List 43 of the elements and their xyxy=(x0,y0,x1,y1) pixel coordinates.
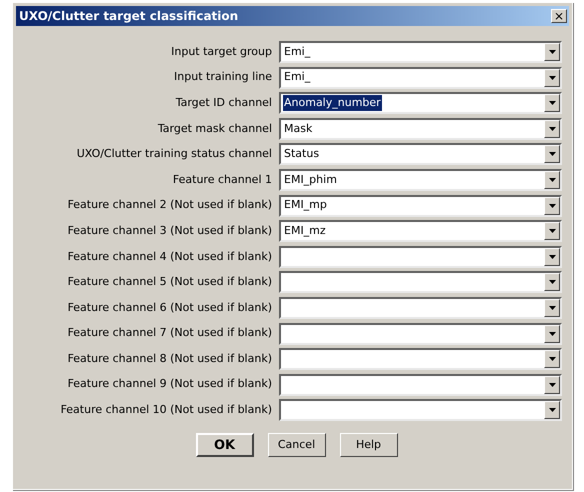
dropdown-field[interactable] xyxy=(279,271,562,294)
field-label: Feature channel 2 (Not used if blank) xyxy=(66,197,273,214)
field-label: Feature channel 9 (Not used if blank) xyxy=(66,376,273,392)
field-value: EMI_phim xyxy=(283,172,338,188)
field-label: Input training line xyxy=(173,69,273,86)
dropdown-field[interactable] xyxy=(279,296,562,319)
field-label: UXO/Clutter training status channel xyxy=(76,146,273,162)
window-title: UXO/Clutter target classification xyxy=(19,8,238,25)
field-label: Target ID channel xyxy=(174,94,273,111)
field-label: Feature channel 3 (Not used if blank) xyxy=(66,222,273,239)
dropdown-field[interactable]: Emi_ xyxy=(279,66,562,89)
dropdown-field[interactable] xyxy=(279,399,562,422)
field-label: Feature channel 5 (Not used if blank) xyxy=(66,274,273,290)
dropdown-field[interactable] xyxy=(279,374,562,396)
field-label: Input target group xyxy=(170,44,273,60)
field-label: Target mask channel xyxy=(156,120,273,137)
field-label: Feature channel 1 xyxy=(172,172,273,188)
field-label: Feature channel 4 (Not used if blank) xyxy=(66,248,273,264)
field-value: Mask xyxy=(283,120,314,137)
dialog-button[interactable]: OK xyxy=(196,433,254,458)
dropdown-field[interactable]: EMI_mz xyxy=(279,220,562,242)
dropdown-field[interactable] xyxy=(279,246,562,268)
field-value: Emi_ xyxy=(283,69,312,86)
dropdown-field[interactable]: Mask xyxy=(279,118,562,140)
dropdown-field[interactable]: EMI_phim xyxy=(279,168,562,191)
field-value: Emi_ xyxy=(283,44,312,60)
dialog-button[interactable]: Help xyxy=(340,433,398,458)
dropdown-field[interactable]: EMI_mp xyxy=(279,194,562,217)
dropdown-field[interactable]: Anomaly_number xyxy=(279,92,562,114)
field-value: Anomaly_number xyxy=(283,94,382,112)
field-value: Status xyxy=(283,146,320,162)
field-value: EMI_mz xyxy=(283,222,327,239)
dropdown-field[interactable] xyxy=(279,348,562,370)
field-value: EMI_mp xyxy=(283,197,328,214)
dropdown-field[interactable] xyxy=(279,322,562,345)
close-button[interactable]: × xyxy=(551,9,567,23)
field-label: Feature channel 7 (Not used if blank) xyxy=(66,325,273,342)
dropdown-field[interactable]: Emi_ xyxy=(279,41,562,63)
dropdown-field[interactable]: Status xyxy=(279,143,562,166)
dialog-button[interactable]: Cancel xyxy=(268,433,326,458)
field-label: Feature channel 10 (Not used if blank) xyxy=(60,402,273,418)
field-label: Feature channel 8 (Not used if blank) xyxy=(66,350,273,367)
field-label: Feature channel 6 (Not used if blank) xyxy=(66,300,273,316)
